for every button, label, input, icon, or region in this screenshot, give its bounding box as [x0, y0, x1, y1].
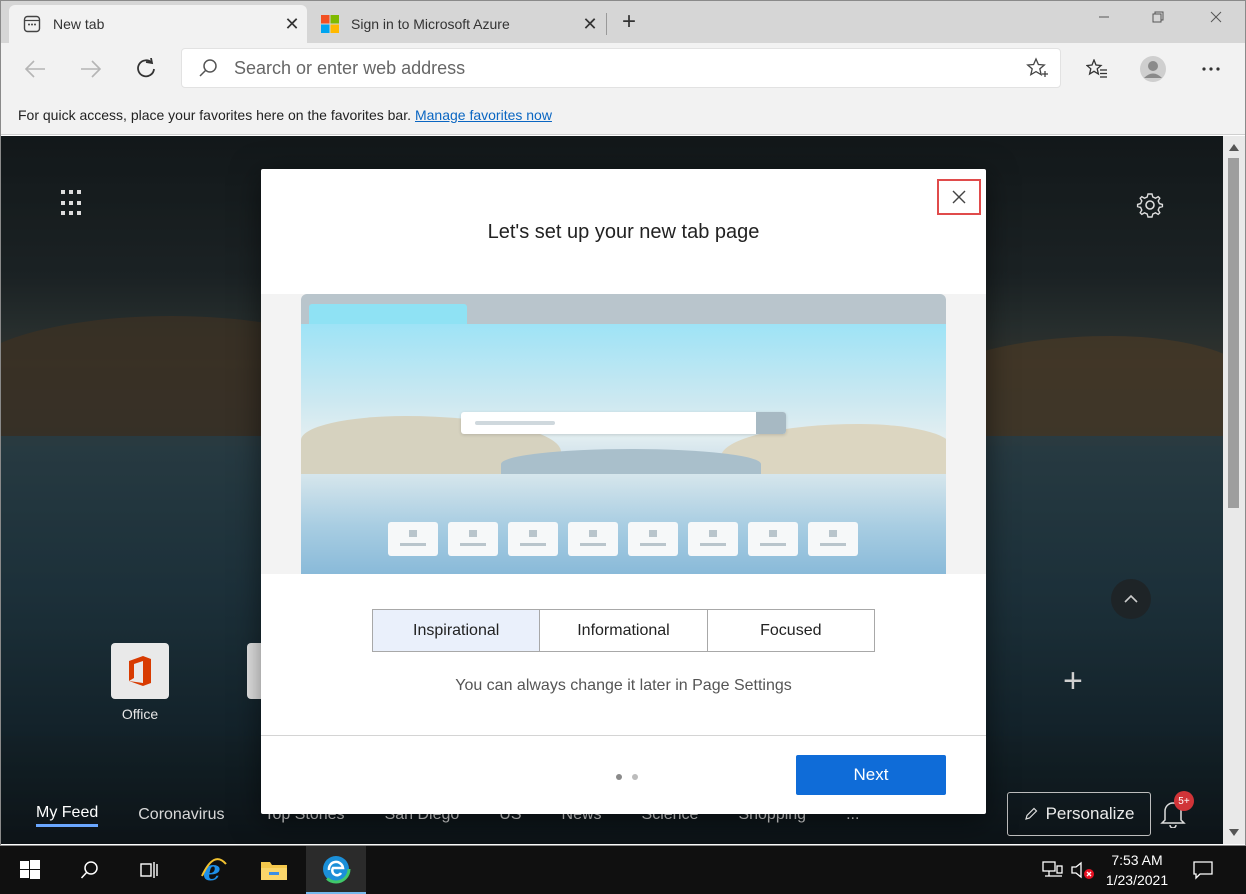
option-focused[interactable]: Focused: [706, 610, 874, 651]
file-explorer-taskbar-button[interactable]: [244, 846, 304, 894]
step-dot-active: [616, 774, 622, 780]
action-center-icon[interactable]: [1192, 846, 1214, 894]
tab-strip: New tab ✕ Sign in to Microsoft Azure ✕ +: [1, 1, 1245, 43]
layout-preview: [261, 294, 986, 574]
more-ellipsis-icon: [1202, 67, 1220, 71]
restore-button[interactable]: [1131, 1, 1185, 33]
tab-close-icon[interactable]: ✕: [575, 14, 605, 35]
notification-count-badge: 5+: [1174, 791, 1194, 811]
office-logo-icon: [129, 656, 151, 686]
scroll-up-button[interactable]: [1111, 579, 1151, 619]
profile-button[interactable]: [1135, 51, 1171, 87]
scroll-down-arrow-icon[interactable]: [1229, 829, 1239, 836]
add-site-plus-icon[interactable]: +: [1063, 664, 1083, 698]
profile-avatar-icon: [1140, 56, 1166, 82]
windows-logo-icon: [20, 860, 40, 879]
close-window-button[interactable]: [1189, 1, 1243, 33]
next-button[interactable]: Next: [796, 755, 946, 795]
step-indicator: [616, 774, 638, 780]
dialog-footer-divider: [261, 735, 986, 736]
quick-link-office[interactable]: [111, 643, 169, 699]
back-arrow-icon: [24, 60, 45, 78]
quick-link-label: Office: [121, 706, 159, 722]
scroll-up-arrow-icon[interactable]: [1229, 144, 1239, 151]
tab-separator: [606, 13, 607, 35]
refresh-button[interactable]: [128, 51, 164, 87]
edge-taskbar-button[interactable]: [306, 846, 366, 894]
page-settings-gear-icon[interactable]: [1133, 188, 1167, 222]
refresh-icon: [137, 58, 155, 78]
back-button[interactable]: [17, 51, 53, 87]
new-tab-page-icon: [23, 15, 41, 33]
favorites-bar: For quick access, place your favorites h…: [1, 95, 1245, 135]
internet-explorer-taskbar-button[interactable]: e: [184, 846, 244, 894]
tab-title: Sign in to Microsoft Azure: [351, 16, 510, 32]
volume-muted-icon[interactable]: [1070, 846, 1096, 894]
tab-title: New tab: [53, 16, 105, 32]
browser-window: New tab ✕ Sign in to Microsoft Azure ✕ +: [0, 0, 1246, 846]
tab-new-tab[interactable]: New tab ✕: [9, 5, 307, 43]
microsoft-logo-icon: [321, 15, 339, 33]
search-button[interactable]: [60, 846, 120, 894]
feed-tab-coronavirus[interactable]: Coronavirus: [138, 806, 224, 824]
address-bar[interactable]: [181, 48, 1061, 88]
feed-tab-my-feed[interactable]: My Feed: [36, 804, 99, 827]
edge-logo-icon: [321, 854, 351, 884]
personalize-label: Personalize: [1045, 804, 1135, 823]
tab-close-icon[interactable]: ✕: [277, 14, 307, 35]
favorites-bar-message: For quick access, place your favorites h…: [18, 106, 411, 123]
internet-explorer-icon: e: [201, 856, 227, 884]
browser-toolbar: [1, 43, 1245, 95]
option-inspirational[interactable]: Inspirational: [373, 610, 540, 651]
close-icon: [952, 190, 966, 204]
dialog-close-button[interactable]: [937, 179, 981, 215]
personalize-button[interactable]: Personalize: [1007, 792, 1151, 836]
minimize-button[interactable]: [1077, 1, 1131, 33]
start-button[interactable]: [0, 846, 60, 894]
search-icon: [182, 58, 234, 78]
add-favorite-star-icon[interactable]: [1014, 57, 1060, 79]
forward-button[interactable]: [73, 51, 109, 87]
dialog-hint: You can always change it later in Page S…: [455, 677, 792, 694]
scrollbar-thumb[interactable]: [1228, 158, 1239, 508]
step-dot: [632, 774, 638, 780]
folder-icon: [261, 862, 287, 880]
favorites-list-icon: [1086, 59, 1107, 78]
address-input[interactable]: [234, 57, 1014, 79]
pencil-icon: [1024, 807, 1037, 820]
tab-azure-sign-in[interactable]: Sign in to Microsoft Azure ✕: [309, 5, 605, 43]
task-view-icon: [140, 862, 158, 878]
chevron-up-icon: [1124, 594, 1138, 603]
system-clock[interactable]: 7:53 AM 1/23/2021: [1102, 850, 1172, 890]
layout-option-selector: Inspirational Informational Focused: [372, 609, 875, 652]
settings-more-button[interactable]: [1193, 51, 1229, 87]
favorites-button[interactable]: [1079, 51, 1115, 87]
option-informational[interactable]: Informational: [539, 610, 707, 651]
preview-illustration: [301, 294, 946, 574]
dialog-title: Let's set up your new tab page: [487, 221, 760, 243]
new-tab-setup-dialog: Let's set up your new tab page Inspirati…: [261, 169, 986, 814]
forward-arrow-icon: [81, 60, 102, 78]
app-launcher-icon[interactable]: [61, 190, 89, 218]
network-icon[interactable]: [1042, 846, 1064, 894]
task-view-button[interactable]: [120, 846, 180, 894]
windows-taskbar: e 7:53 AM 1/23/2021: [0, 846, 1246, 894]
manage-favorites-link[interactable]: Manage favorites now: [415, 107, 552, 123]
page-scrollbar[interactable]: [1223, 136, 1245, 844]
search-icon: [80, 861, 98, 879]
clock-date: 1/23/2021: [1105, 872, 1169, 888]
new-tab-button[interactable]: +: [615, 9, 643, 37]
clock-time: 7:53 AM: [1111, 852, 1163, 868]
